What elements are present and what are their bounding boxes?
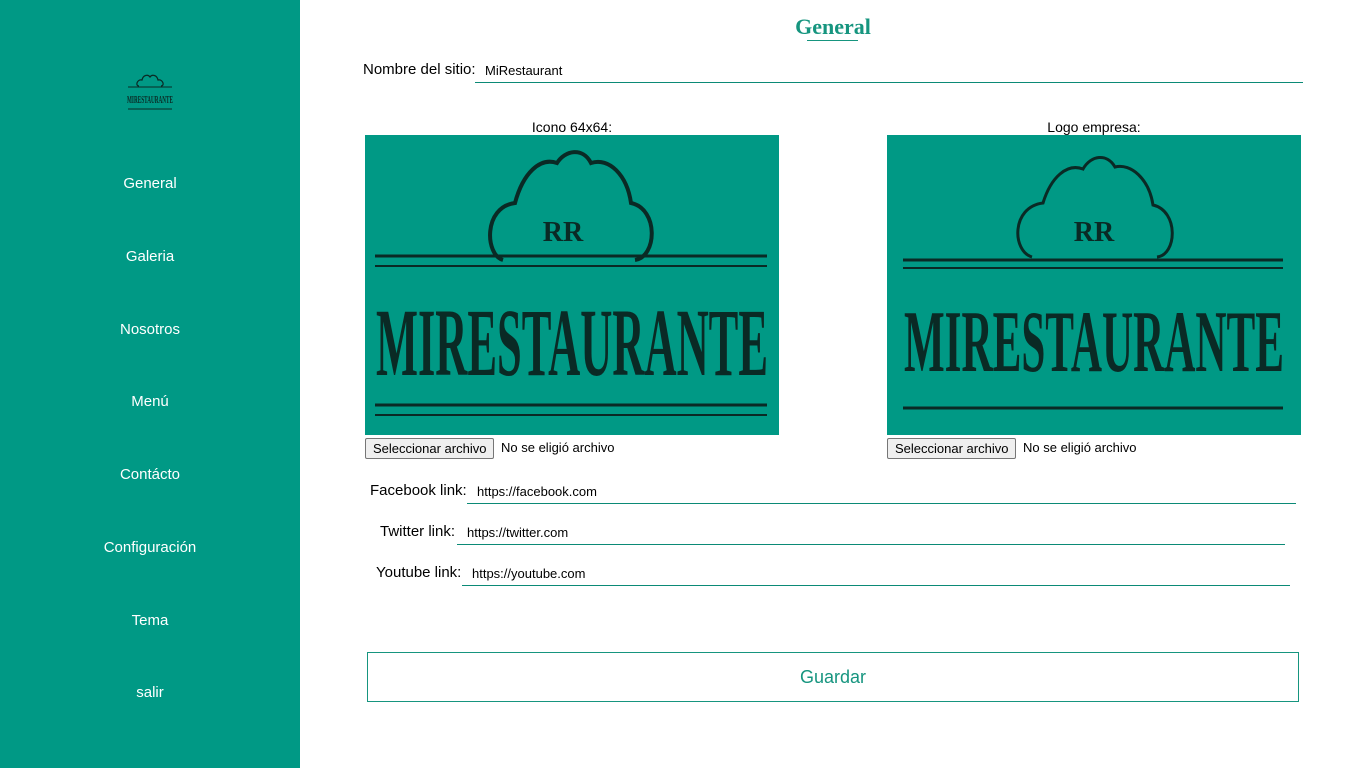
facebook-link-input[interactable] [467,480,1296,504]
site-name-input[interactable] [475,59,1303,83]
nav-item-salir[interactable]: salir [0,683,300,703]
logo-preview-image: RR MIRESTAURANTE [887,135,1301,435]
icon-monogram: RR [543,217,584,248]
logo-wordmark: MIRESTAURANTE [904,294,1284,391]
twitter-link-input[interactable] [457,521,1285,545]
logo-wordmark: MIRESTAURANTE [127,94,173,106]
icon-wordmark: MIRESTAURANTE [376,289,768,396]
main-content: General Nombre del sitio: Icono 64x64: R… [300,0,1366,768]
icon-file-status: No se eligió archivo [501,440,615,455]
nav-item-nosotros[interactable]: Nosotros [0,320,300,340]
logo-file-status: No se eligió archivo [1023,440,1137,455]
page-title: General [795,14,871,39]
twitter-link-label: Twitter link: [380,523,456,540]
restaurant-logo-icon: MIRESTAURANTE [125,70,175,114]
nav-item-tema[interactable]: Tema [0,611,300,631]
nav-item-general[interactable]: General [0,174,300,194]
nav-item-menu[interactable]: Menú [0,392,300,412]
nav-item-contacto[interactable]: Contácto [0,465,300,485]
logo-monogram: RR [1074,217,1115,248]
icon-select-file-button[interactable]: Seleccionar archivo [365,438,495,459]
nav-item-galeria[interactable]: Galeria [0,247,300,267]
icon-caption: Icono 64x64: [531,119,613,135]
sidebar: MIRESTAURANTE General Galeria Nosotros M… [0,0,300,768]
facebook-link-label: Facebook link: [370,482,467,499]
save-button[interactable]: Guardar [367,652,1299,702]
site-name-label: Nombre del sitio: [363,61,476,78]
title-underline [807,40,858,41]
youtube-link-label: Youtube link: [376,564,462,581]
logo-select-file-button[interactable]: Seleccionar archivo [887,438,1017,459]
logo-caption: Logo empresa: [1047,119,1141,135]
nav-item-configuracion[interactable]: Configuración [0,538,300,558]
icon-preview-image: RR MIRESTAURANTE [365,135,779,435]
youtube-link-input[interactable] [462,562,1290,586]
